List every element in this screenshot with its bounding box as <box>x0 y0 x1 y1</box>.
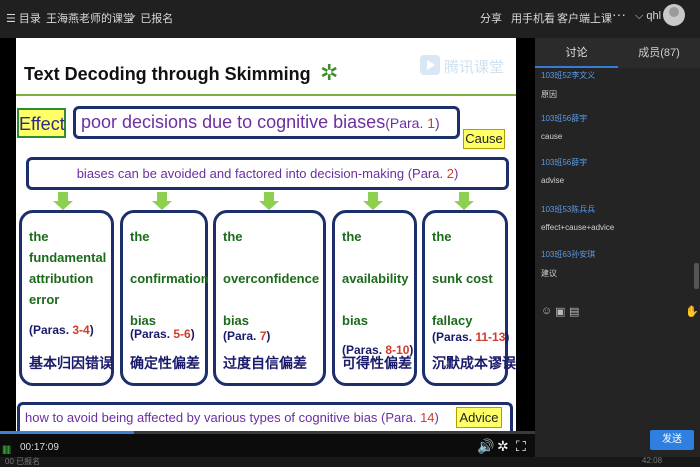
file-icon[interactable]: ▤ <box>569 305 579 318</box>
effect-text: poor decisions due to cognitive biases <box>81 112 386 132</box>
toc-button[interactable]: ☰ 目录 <box>6 10 41 26</box>
cause-box: biases can be avoided and factored into … <box>26 157 509 190</box>
list-item: 103班52李文义 原因 <box>541 70 691 100</box>
advice-tag: Advice <box>456 407 502 428</box>
bias-chinese-name: 过度自信偏差 <box>223 355 307 371</box>
playback-time: 00:17:09 <box>20 442 59 453</box>
bias-name: the sunk cost fallacy <box>432 229 493 328</box>
list-item: 103班63孙安琪 建议 <box>541 249 691 279</box>
course-title: 王海燕老师的课堂 <box>46 13 134 25</box>
bias-box-availability: the availability bias (Paras. 8-10) 可得性偏… <box>332 210 417 386</box>
tab-members[interactable]: 成员(87) <box>618 38 700 68</box>
message-text: 建议 <box>541 269 557 278</box>
bias-chinese-name: 沉默成本谬误 <box>432 355 516 371</box>
bias-para: (Paras. 5-6) <box>130 327 195 341</box>
effect-box: poor decisions due to cognitive biases(P… <box>73 106 460 139</box>
signal-bars-icon: |||||| <box>2 444 11 454</box>
slide-title: Text Decoding through Skimming <box>24 64 311 84</box>
advice-text: how to avoid being affected by various t… <box>25 410 382 425</box>
down-arrow-icon <box>152 192 172 210</box>
advice-para-number: 14 <box>420 410 435 425</box>
down-arrow-icon <box>363 192 383 210</box>
message-sender: 103班56薛宇 <box>541 158 588 167</box>
watermark: 腾讯课堂 <box>444 59 505 76</box>
enrolled-status: ✓ 已报名 <box>128 13 174 25</box>
watch-on-phone-button[interactable]: 用手机看 <box>511 10 555 26</box>
bias-para: (Para. 7) <box>223 329 271 343</box>
message-sender: 103班56薛宇 <box>541 114 588 123</box>
down-arrow-icon <box>53 192 73 210</box>
list-item: 103班53陈兵兵 effect+cause+advice <box>541 204 691 232</box>
fullscreen-icon[interactable]: ⛶ <box>516 438 526 455</box>
panel-tabs: 讨论 成员(87) <box>535 38 700 68</box>
title-divider <box>16 94 516 96</box>
share-button[interactable]: 分享 <box>480 10 502 26</box>
image-icon[interactable]: ▣ <box>555 305 565 318</box>
scrollbar[interactable] <box>694 263 699 289</box>
effect-para-number: 1 <box>427 115 436 131</box>
leaf-icon: ✲ <box>320 60 339 85</box>
bias-box-fundamental-attribution: the fundamental attribution error (Paras… <box>19 210 114 386</box>
bias-name: the overconfidence bias <box>223 229 320 328</box>
effect-para-suffix: ) <box>435 115 440 131</box>
bias-chinese-name: 可得性偏差 <box>342 355 412 371</box>
bias-name: the confirmation bias <box>130 229 209 328</box>
send-button[interactable]: 发送 <box>650 430 694 450</box>
tencent-classroom-logo-icon <box>420 55 440 75</box>
tab-discussion[interactable]: 讨论 <box>535 38 618 68</box>
cause-para-prefix: (Para. <box>407 166 447 181</box>
cause-tag: Cause <box>463 129 505 149</box>
list-item: 103班56薛宇 cause <box>541 113 691 141</box>
avatar[interactable] <box>663 4 685 26</box>
bias-name: the availability bias <box>342 229 409 328</box>
status-left: 00 已报名 <box>5 457 41 466</box>
bias-box-confirmation: the confirmation bias (Paras. 5-6) 确定性偏差 <box>120 210 209 386</box>
volume-icon[interactable]: 🔊 <box>477 438 494 455</box>
effect-para-prefix: (Para. <box>385 115 428 131</box>
advice-para-suffix: ) <box>434 410 439 425</box>
progress-fill <box>0 431 134 434</box>
bias-para: (Paras. 3-4) <box>29 323 94 337</box>
progress-bar[interactable] <box>0 431 535 434</box>
advice-para-prefix: (Para. <box>381 410 421 425</box>
bias-box-overconfidence: the overconfidence bias (Para. 7) 过度自信偏差 <box>213 210 326 386</box>
message-sender: 103班53陈兵兵 <box>541 205 596 214</box>
message-sender: 103班52李文义 <box>541 71 596 80</box>
more-menu-icon[interactable]: ··· <box>612 6 626 22</box>
status-strip: 00 已报名 42:08 <box>0 456 700 467</box>
down-arrow-icon <box>454 192 474 210</box>
settings-icon[interactable]: ✲ <box>497 438 509 455</box>
message-text: advise <box>541 176 565 185</box>
bias-chinese-name: 基本归因错误 <box>29 355 113 371</box>
bias-box-sunk-cost: the sunk cost fallacy (Paras. 11-13) 沉默成… <box>422 210 516 386</box>
client-class-button[interactable]: 客户端上课 <box>557 10 612 26</box>
chat-toolbar: ☺ ▣ ▤ ✋ <box>535 300 700 324</box>
message-text: effect+cause+advice <box>541 223 615 232</box>
cause-para-suffix: ) <box>453 166 459 181</box>
lecture-slide: Text Decoding through Skimming ✲ 腾讯课堂 Ef… <box>16 38 516 431</box>
message-text: cause <box>541 132 563 141</box>
user-menu[interactable]: ⌵ qhl <box>635 10 661 23</box>
emoji-icon[interactable]: ☺ <box>541 305 552 317</box>
top-bar: ☰ 目录 王海燕老师的课堂 ✓ 已报名 分享 用手机看 客户端上课 ··· ⌵ … <box>0 0 700 38</box>
status-right: 42:08 <box>642 456 663 465</box>
advice-box: how to avoid being affected by various t… <box>17 402 513 431</box>
cause-text: biases can be avoided and factored into … <box>76 166 408 181</box>
down-arrow-icon <box>259 192 279 210</box>
message-text: 原因 <box>541 90 557 99</box>
effect-tag: Effect <box>17 108 66 138</box>
bias-para: (Paras. 11-13) <box>432 330 510 344</box>
video-player[interactable]: Text Decoding through Skimming ✲ 腾讯课堂 Ef… <box>0 38 535 431</box>
message-sender: 103班63孙安琪 <box>541 250 596 259</box>
side-panel: 讨论 成员(87) 103班52李文义 原因 103班56薛宇 cause 10… <box>535 38 700 457</box>
bias-chinese-name: 确定性偏差 <box>130 355 200 371</box>
list-item: 103班56薛宇 advise <box>541 157 691 185</box>
message-list[interactable]: 103班52李文义 原因 103班56薛宇 cause 103班56薛宇 adv… <box>535 70 693 295</box>
cause-para-number: 2 <box>446 166 454 181</box>
raise-hand-icon[interactable]: ✋ <box>685 305 699 318</box>
bias-name: the fundamental attribution error <box>29 229 107 307</box>
